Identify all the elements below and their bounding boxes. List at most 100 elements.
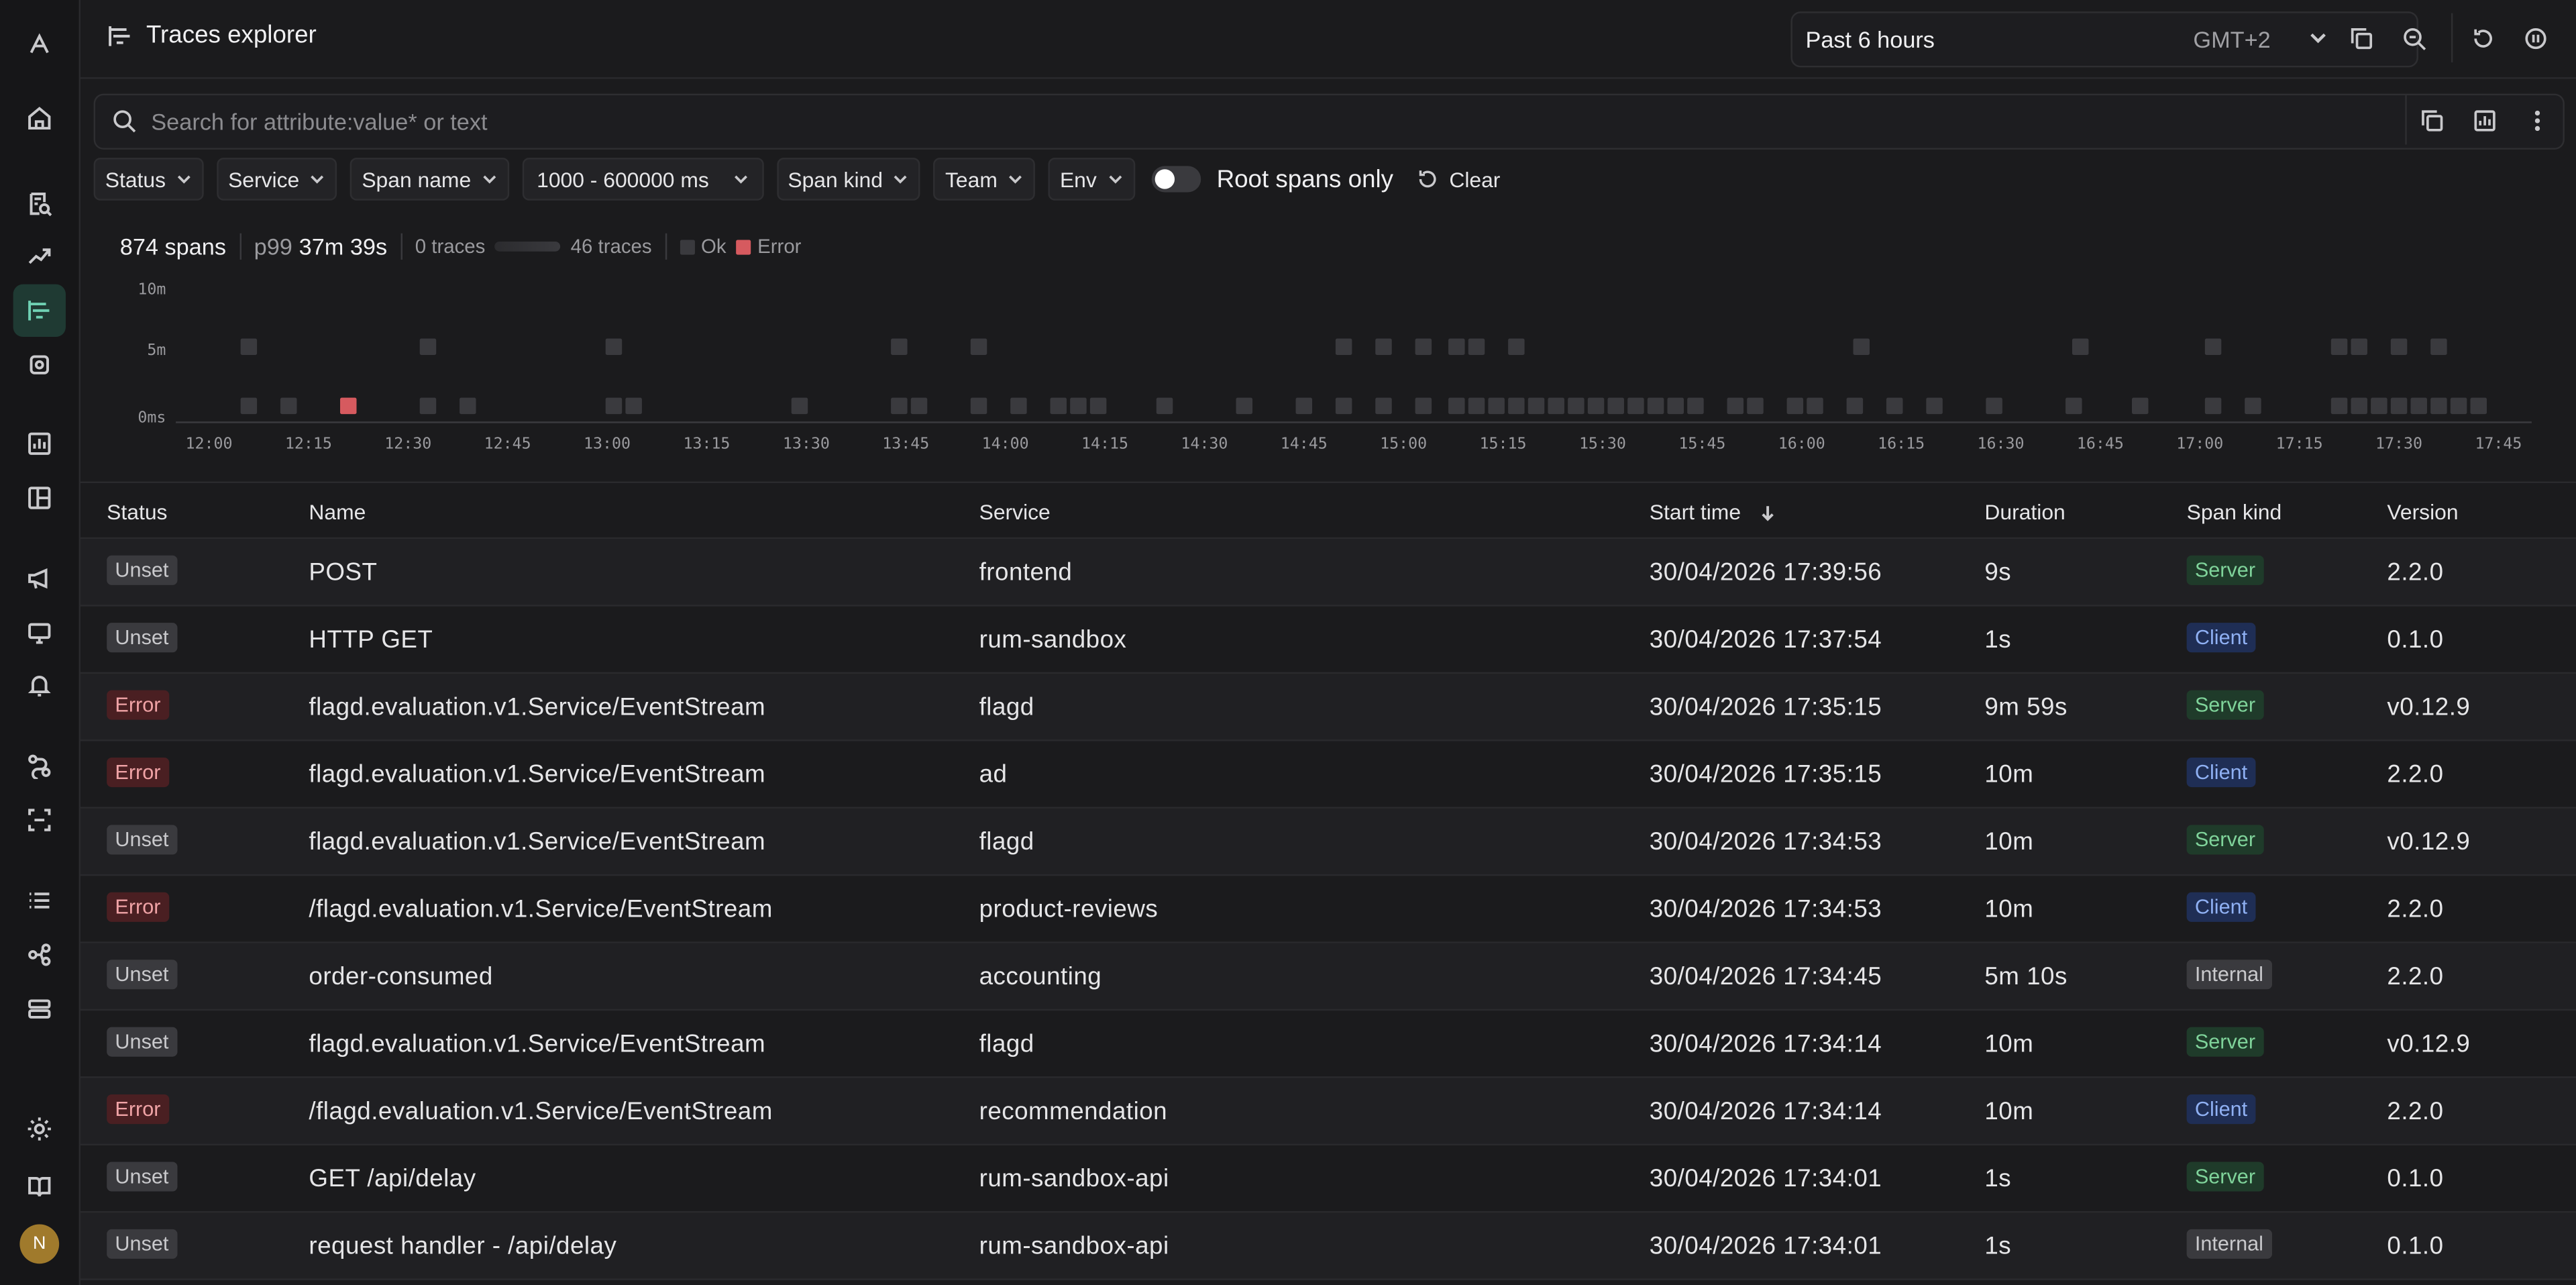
- heatmap-cell[interactable]: [1853, 338, 1870, 355]
- table-row[interactable]: Unset request handler - /api/delay rum-san…: [80, 1213, 2576, 1280]
- heatmap-cell[interactable]: [1010, 397, 1027, 415]
- heatmap-cell[interactable]: [240, 397, 258, 415]
- heatmap-cell[interactable]: [2371, 397, 2387, 415]
- logs-search-icon[interactable]: [13, 177, 66, 229]
- root-spans-toggle[interactable]: [1150, 166, 1201, 193]
- heatmap-cell[interactable]: [1886, 397, 1903, 415]
- trace-heatmap-chart[interactable]: 10m 5m 0ms 12:00 12:15 12:30 12:45 13:00 13:15 13…: [80, 273, 2576, 457]
- storage-icon[interactable]: [13, 983, 66, 1035]
- heatmap-cell[interactable]: [1156, 397, 1173, 415]
- refresh-button[interactable]: [2459, 15, 2506, 61]
- visualize-button[interactable]: [2461, 97, 2508, 143]
- heatmap-cell[interactable]: [1508, 397, 1525, 415]
- heatmap-cell[interactable]: [1647, 397, 1664, 415]
- column-header[interactable]: Name: [309, 499, 366, 524]
- heatmap-cell[interactable]: [2430, 397, 2447, 415]
- heatmap-cell[interactable]: [1846, 397, 1864, 415]
- heatmap-cell[interactable]: [1727, 397, 1744, 415]
- heatmap-cell[interactable]: [2065, 397, 2082, 415]
- service-map-icon[interactable]: [13, 929, 66, 981]
- heatmap-cell[interactable]: [1415, 397, 1432, 415]
- more-options-button[interactable]: [2514, 97, 2560, 143]
- table-row[interactable]: Error flagd.evaluation.v1.Service/EventSt…: [80, 741, 2576, 809]
- heatmap-cell[interactable]: [2390, 338, 2408, 355]
- settings-gear-icon[interactable]: [13, 1102, 66, 1155]
- heatmap-cell[interactable]: [2245, 397, 2261, 415]
- heatmap-cell[interactable]: [1488, 397, 1505, 415]
- heatmap-cell[interactable]: [2430, 338, 2447, 355]
- heatmap-cell[interactable]: [2204, 338, 2222, 355]
- column-header[interactable]: Service: [979, 499, 1051, 524]
- heatmap-cell[interactable]: [460, 397, 476, 415]
- heatmap-cell[interactable]: [1926, 397, 1943, 415]
- heatmap-cell[interactable]: [2351, 397, 2367, 415]
- heatmap-cell[interactable]: [1448, 338, 1465, 355]
- heatmap-cell[interactable]: [1468, 338, 1485, 355]
- filter-service[interactable]: Service: [216, 158, 337, 201]
- column-header[interactable]: Span kind: [2187, 499, 2282, 524]
- heatmap-cell[interactable]: [891, 338, 908, 355]
- heatmap-cell[interactable]: [2072, 338, 2089, 355]
- heatmap-cell[interactable]: [1508, 338, 1525, 355]
- heatmap-cell[interactable]: [1667, 397, 1684, 415]
- heatmap-cell[interactable]: [1089, 397, 1107, 415]
- heatmap-cell[interactable]: [791, 397, 808, 415]
- column-header[interactable]: Start time: [1650, 499, 1777, 524]
- table-row[interactable]: Error/flagd.evaluation.v1.Service/EventS…: [80, 1078, 2576, 1145]
- heatmap-cell[interactable]: [1687, 397, 1704, 415]
- copy-time-button[interactable]: [2338, 15, 2384, 61]
- table-row[interactable]: Unset flagd.evaluation.v1.Service/EventSt…: [80, 808, 2576, 876]
- heatmap-cell[interactable]: [1607, 397, 1624, 415]
- heatmap-cell[interactable]: [2351, 338, 2367, 355]
- pause-button[interactable]: [2512, 15, 2559, 61]
- filter-span-name[interactable]: Span name: [350, 158, 509, 201]
- heatmap-cell[interactable]: [1050, 397, 1067, 415]
- clear-filters-button[interactable]: Clear: [1416, 167, 1500, 191]
- logo-icon[interactable]: [13, 18, 66, 70]
- heatmap-cell[interactable]: [625, 397, 642, 415]
- heatmap-cell[interactable]: [1335, 338, 1352, 355]
- heatmap-cell[interactable]: [605, 397, 623, 415]
- heatmap-cell[interactable]: [2470, 397, 2487, 415]
- dashboards-chart-icon[interactable]: [13, 417, 66, 470]
- scan-icon[interactable]: [13, 794, 66, 846]
- heatmap-cell[interactable]: [970, 338, 987, 355]
- docs-book-icon[interactable]: [13, 1160, 66, 1213]
- heatmap-cell[interactable]: [240, 338, 258, 355]
- table-row[interactable]: Unset HTTP GET rum-sandbox 30/04/2026 17:37…: [80, 607, 2576, 674]
- heatmap-cell[interactable]: [1375, 338, 1392, 355]
- heatmap-cell[interactable]: [1627, 397, 1644, 415]
- filter-env[interactable]: Env: [1048, 158, 1135, 201]
- avatar[interactable]: N: [19, 1224, 60, 1264]
- filter-team[interactable]: Team: [933, 158, 1036, 201]
- sort-descending-icon[interactable]: [1758, 502, 1777, 521]
- heatmap-cell[interactable]: [970, 397, 987, 415]
- workflow-icon[interactable]: [13, 739, 66, 792]
- heatmap-cell[interactable]: [1335, 397, 1352, 415]
- announcements-icon[interactable]: [13, 552, 66, 605]
- chevron-down-icon[interactable]: [2308, 28, 2328, 48]
- table-row[interactable]: Unset GET /api/delay rum-sandbox-api 30/04/…: [80, 1145, 2576, 1213]
- heatmap-cell[interactable]: [1415, 338, 1432, 355]
- table-row[interactable]: Error flagd.evaluation.v1.Service/EventSt…: [80, 674, 2576, 741]
- zoom-out-button[interactable]: [2390, 15, 2436, 61]
- heatmap-cell[interactable]: [605, 338, 623, 355]
- heatmap-cell[interactable]: [1448, 397, 1465, 415]
- heatmap-cell[interactable]: [1527, 397, 1545, 415]
- heatmap-cell[interactable]: [1236, 397, 1252, 415]
- table-row[interactable]: Unset POST frontend 30/04/2026 17:39:56 9s Se…: [80, 539, 2576, 607]
- copy-query-button[interactable]: [2408, 97, 2455, 143]
- heatmap-cell[interactable]: [1468, 397, 1485, 415]
- heatmap-cell[interactable]: [2204, 397, 2222, 415]
- heatmap-cell[interactable]: [419, 338, 437, 355]
- heatmap-cell[interactable]: [2390, 397, 2408, 415]
- table-row[interactable]: Unset order-consumed accounting 30/04/2026 …: [80, 943, 2576, 1011]
- traces-icon[interactable]: [13, 284, 66, 338]
- heatmap-cell[interactable]: [1375, 397, 1392, 415]
- home-icon[interactable]: [13, 92, 66, 144]
- table-row[interactable]: Unset flagd.evaluation.v1.Service/EventSt…: [80, 1011, 2576, 1078]
- heatmap-cell[interactable]: [2330, 338, 2348, 355]
- heatmap-cell[interactable]: [419, 397, 437, 415]
- heatmap-cell[interactable]: [891, 397, 908, 415]
- list-icon[interactable]: [13, 874, 66, 927]
